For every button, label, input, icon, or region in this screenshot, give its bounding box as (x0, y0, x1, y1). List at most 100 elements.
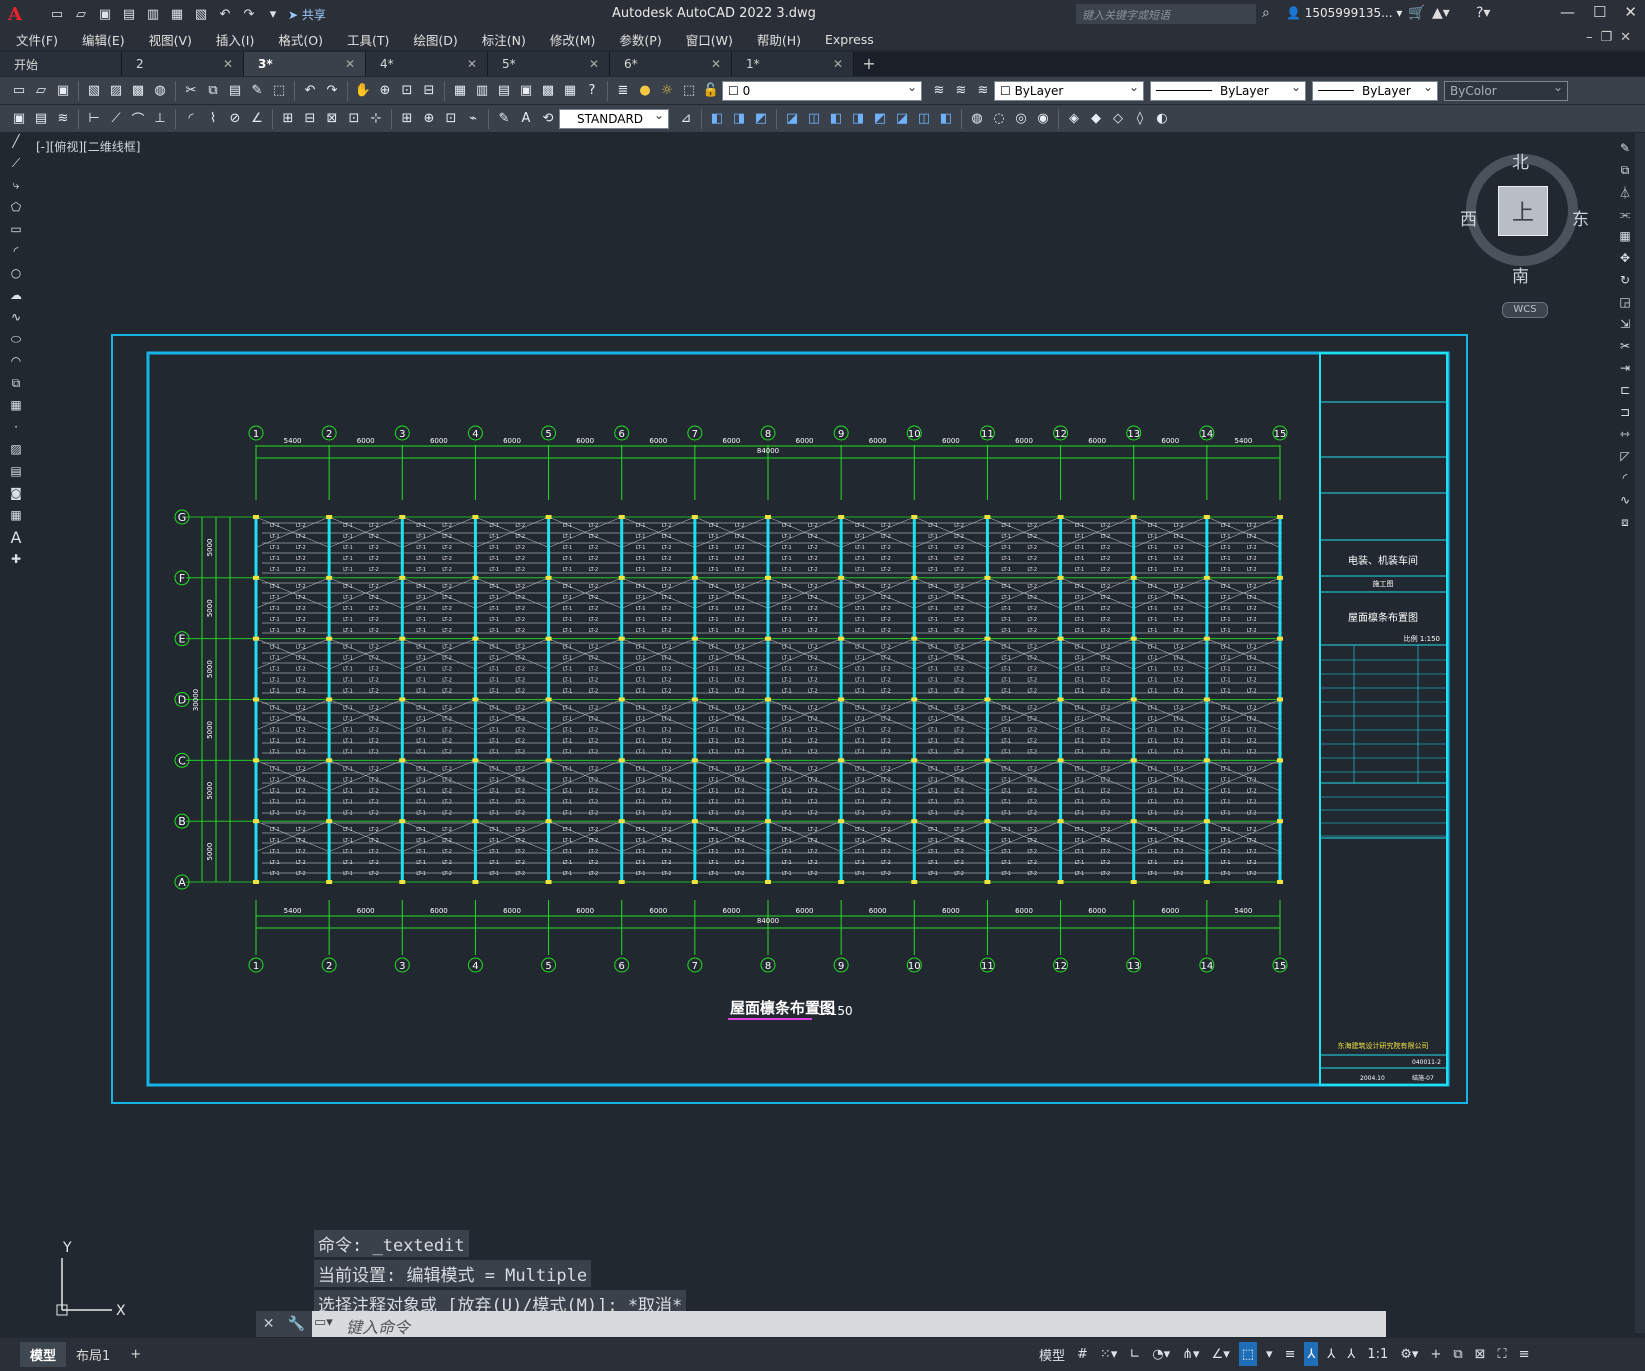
purlin-label: LT-2 (1027, 717, 1037, 723)
purlin-label: LT-2 (808, 827, 818, 833)
drawing-canvas[interactable]: LT-1 LT-2 LT-1 LT-2 LT-1 LT-2 LT-1 LT-2 LT-1 LT-2… (0, 0, 1645, 1371)
purlin-label: LT-1 (1221, 739, 1231, 745)
grid-icon[interactable]: # (1074, 1342, 1091, 1366)
clean-screen-icon[interactable]: ⛶ (1495, 1342, 1510, 1366)
purlin-label: LT-2 (1247, 871, 1257, 877)
purlin-label: LT-1 (489, 739, 499, 745)
command-input[interactable]: 键入命令 (336, 1311, 1386, 1337)
purlin-label: LT-2 (369, 656, 379, 662)
customize-wrench-icon[interactable]: 🔧 (288, 1316, 305, 1332)
purlin-label: LT-1 (636, 750, 646, 756)
lineweight-icon[interactable]: ≡ (1282, 1342, 1299, 1366)
purlin-label: LT-2 (954, 717, 964, 723)
purlin-label: LT-1 (1075, 728, 1085, 734)
column-base (399, 880, 406, 884)
graphics-performance-icon[interactable]: ⊠ (1472, 1342, 1489, 1366)
compass-south[interactable]: 南 (1512, 262, 1529, 287)
add-layout-button[interactable]: + (120, 1344, 151, 1365)
purlin-label: LT-2 (1247, 827, 1257, 833)
purlin-label: LT-2 (735, 545, 745, 551)
purlin-label: LT-1 (709, 667, 719, 673)
command-history-line: 当前设置: 编辑模式 = Multiple (314, 1260, 592, 1287)
purlin-label: LT-1 (416, 667, 426, 673)
close-command-icon[interactable]: ✕ (263, 1316, 275, 1332)
purlin-label: LT-1 (855, 628, 865, 634)
viewcube[interactable]: 上 北 南 东 西 (1460, 148, 1589, 287)
purlin-label: LT-2 (881, 739, 891, 745)
dimension-span: 5400 (1235, 907, 1253, 915)
column-base (1057, 575, 1064, 580)
isodraft-icon[interactable]: ⋔▾ (1179, 1342, 1202, 1366)
purlin-label: LT-1 (563, 810, 573, 816)
purlin-label: LT-2 (808, 556, 818, 562)
column-base (399, 758, 406, 763)
purlin-label: LT-2 (442, 728, 452, 734)
column-base (1130, 880, 1137, 884)
purlin-label: LT-1 (489, 838, 499, 844)
osnap-dropdown-icon[interactable]: ▾ (1263, 1342, 1276, 1366)
annotation-scale-value[interactable]: 1:1 (1364, 1342, 1391, 1366)
purlin-label: LT-2 (369, 788, 379, 794)
polar-icon[interactable]: ◔▾ (1149, 1342, 1173, 1366)
purlin-label: LT-2 (954, 689, 964, 695)
auto-scale-icon[interactable]: ⅄ (1324, 1342, 1338, 1366)
purlin-label: LT-2 (1027, 871, 1037, 877)
purlin-label: LT-1 (782, 706, 792, 712)
purlin-label: LT-1 (1001, 728, 1011, 734)
model-space-button[interactable]: 模型 (1036, 1342, 1068, 1366)
annotation-visibility-icon[interactable]: ⅄ (1304, 1342, 1319, 1366)
purlin-label: LT-2 (1101, 706, 1111, 712)
purlin-label: LT-2 (881, 706, 891, 712)
compass-east[interactable]: 东 (1572, 205, 1589, 230)
tab-layout1[interactable]: 布局1 (66, 1342, 120, 1367)
tab-model[interactable]: 模型 (20, 1342, 67, 1367)
purlin-label: LT-2 (1247, 849, 1257, 855)
customization-icon[interactable]: ≡ (1516, 1342, 1533, 1366)
ortho-icon[interactable]: ∟ (1126, 1342, 1143, 1366)
purlin-label: LT-2 (515, 567, 525, 573)
workspace-gear-icon[interactable]: ⚙▾ (1397, 1342, 1421, 1366)
column-base (326, 515, 333, 519)
column-base (691, 819, 698, 824)
add-icon[interactable]: + (1427, 1342, 1444, 1366)
purlin-label: LT-2 (954, 606, 964, 612)
purlin-label: LT-2 (296, 567, 306, 573)
purlin-label: LT-2 (662, 849, 672, 855)
purlin-label: LT-1 (563, 545, 573, 551)
purlin-label: LT-2 (589, 838, 599, 844)
otrack-icon[interactable]: ∠▾ (1209, 1342, 1233, 1366)
purlin-label: LT-1 (1075, 595, 1085, 601)
purlin-label: LT-2 (515, 656, 525, 662)
purlin-label: LT-1 (270, 799, 280, 805)
column-base (1203, 636, 1210, 641)
purlin-label: LT-2 (954, 860, 964, 866)
wcs-menu[interactable]: WCS (1502, 302, 1548, 318)
osnap-icon[interactable]: ⬚ (1238, 1342, 1258, 1366)
compass-west[interactable]: 西 (1460, 205, 1477, 230)
recent-commands-icon[interactable]: ▭▾ (314, 1315, 333, 1330)
purlin-label: LT-1 (563, 717, 573, 723)
purlin-label: LT-1 (928, 777, 938, 783)
purlin-label: LT-1 (928, 728, 938, 734)
isolate-icon[interactable]: ⧉ (1450, 1342, 1465, 1366)
dimension-span: 5400 (284, 437, 302, 445)
purlin-label: LT-2 (808, 595, 818, 601)
purlin-label: LT-2 (515, 860, 525, 866)
column-base (1130, 758, 1137, 763)
purlin-label: LT-1 (1148, 678, 1158, 684)
purlin-label: LT-2 (735, 606, 745, 612)
purlin-label: LT-2 (515, 717, 525, 723)
viewcube-top-face[interactable]: 上 (1498, 186, 1548, 236)
dimension-bay: 5000 (206, 782, 214, 800)
annotation-scale-icon[interactable]: ⅄ (1344, 1342, 1358, 1366)
purlin-label: LT-2 (296, 849, 306, 855)
purlin-label: LT-1 (928, 606, 938, 612)
purlin-label: LT-1 (270, 678, 280, 684)
purlin-label: LT-2 (808, 545, 818, 551)
column-base (472, 880, 479, 884)
compass-north[interactable]: 北 (1512, 148, 1529, 173)
purlin-label: LT-2 (1247, 645, 1257, 651)
purlin-label: LT-2 (442, 584, 452, 590)
purlin-label: LT-2 (1174, 689, 1184, 695)
snap-icon[interactable]: ⁙▾ (1097, 1342, 1120, 1366)
